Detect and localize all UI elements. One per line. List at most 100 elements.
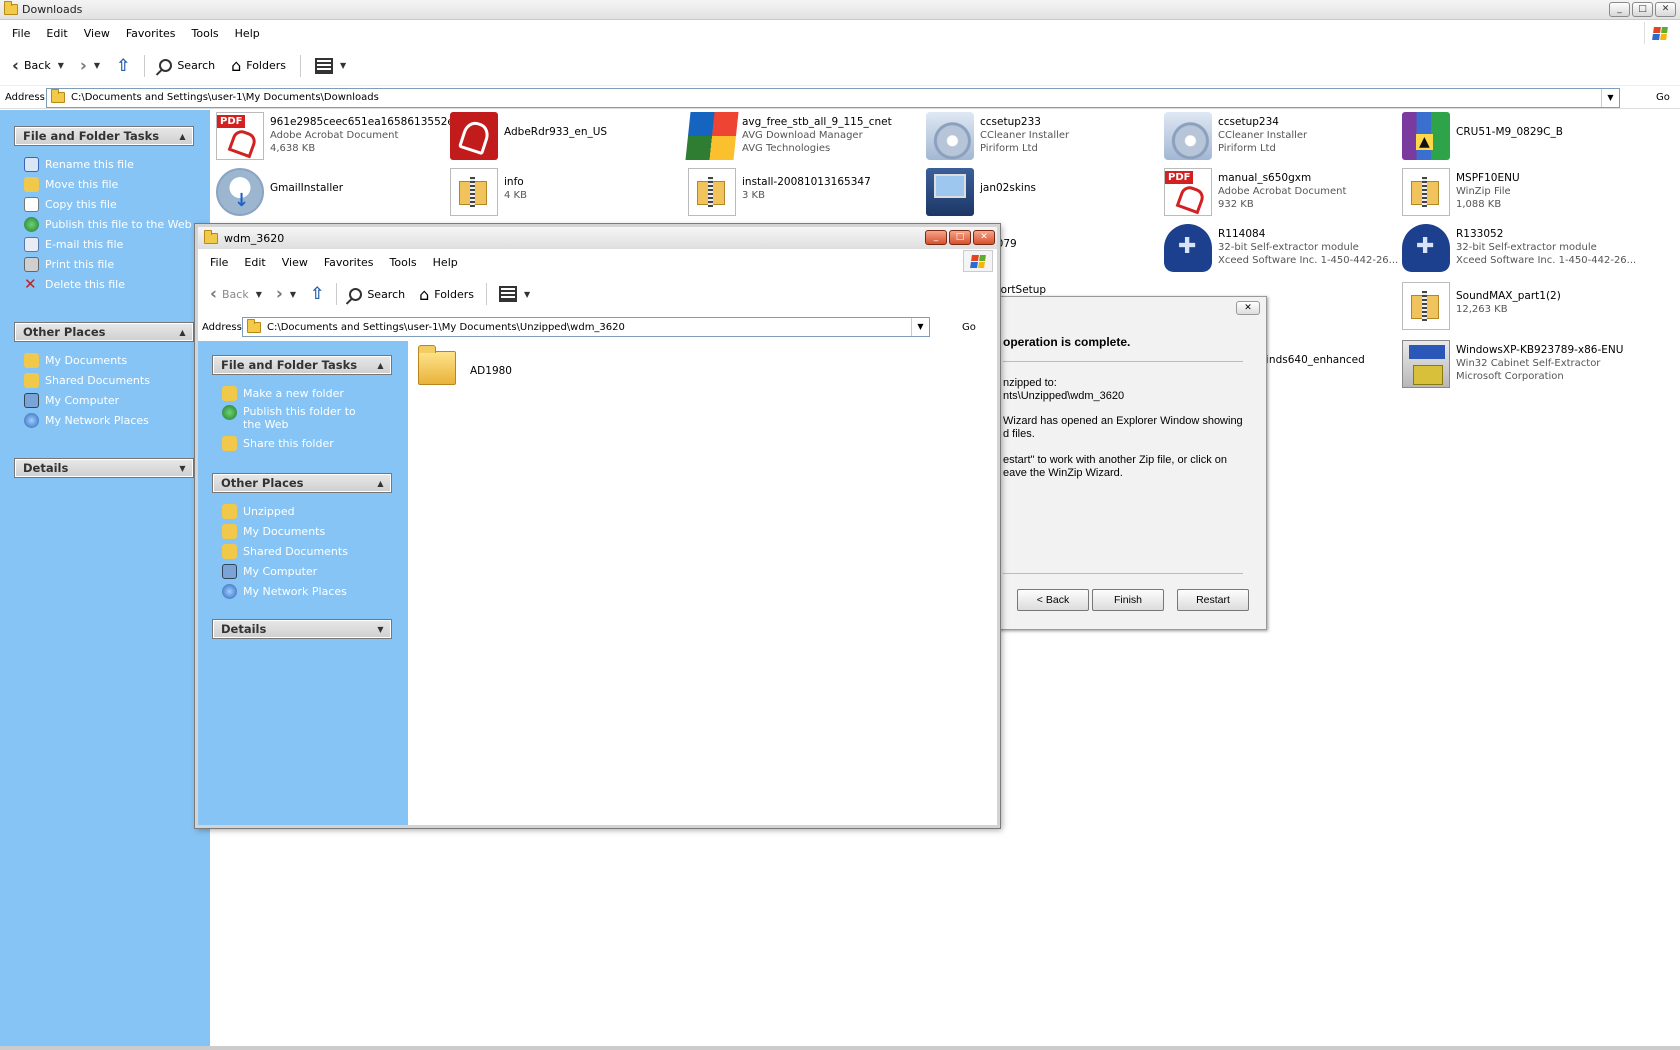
file-item[interactable]: manual_s650gxm Adobe Acrobat Document 932 … xyxy=(1164,168,1346,216)
file-item[interactable]: 961e2985ceec651ea1658613552e... Adobe Acr… xyxy=(216,112,464,160)
menu-tools[interactable]: Tools xyxy=(184,27,227,40)
file-item[interactable]: SoundMAX_part1(2) 12,263 KB xyxy=(1402,282,1561,330)
unzipped-link[interactable]: Unzipped xyxy=(222,501,348,521)
my-documents-link[interactable]: My Documents xyxy=(222,521,348,541)
zip-icon xyxy=(688,168,736,216)
my-network-places-link[interactable]: My Network Places xyxy=(24,410,150,430)
chevron-down-icon[interactable]: ▼ xyxy=(1601,88,1619,107)
menu-edit[interactable]: Edit xyxy=(236,256,273,269)
restart-button[interactable]: Restart xyxy=(1177,589,1249,611)
menu-file[interactable]: File xyxy=(4,27,38,40)
file-item[interactable]: jan02skins xyxy=(926,168,1036,216)
share-folder-link[interactable]: Share this folder xyxy=(222,433,373,453)
details-header[interactable]: Details ▼ xyxy=(212,619,392,639)
menu-help[interactable]: Help xyxy=(425,256,466,269)
file-item[interactable]: GmailInstaller xyxy=(216,168,343,216)
collapse-icon[interactable]: ▲ xyxy=(375,360,386,371)
address-input[interactable]: C:\Documents and Settings\user-1\My Docu… xyxy=(242,317,930,337)
chevron-down-icon[interactable]: ▼ xyxy=(290,290,296,299)
chevron-down-icon[interactable]: ▼ xyxy=(911,318,929,336)
search-button[interactable]: Search xyxy=(153,56,221,75)
menu-tools[interactable]: Tools xyxy=(382,256,425,269)
close-button[interactable]: ✕ xyxy=(973,230,995,245)
views-button[interactable]: ▼ xyxy=(309,55,352,77)
menu-view[interactable]: View xyxy=(76,27,118,40)
close-button[interactable]: ✕ xyxy=(1655,2,1676,17)
other-places-header[interactable]: Other Places ▲ xyxy=(14,322,194,342)
up-folder-button[interactable]: ⇧ xyxy=(110,53,136,79)
folders-button[interactable]: ⌂ Folders xyxy=(413,282,480,307)
menu-view[interactable]: View xyxy=(274,256,316,269)
file-item[interactable]: install-20081013165347 3 KB xyxy=(688,168,871,216)
chevron-down-icon[interactable]: ▼ xyxy=(94,61,100,70)
chevron-down-icon[interactable]: ▼ xyxy=(340,61,346,70)
rename-file-link[interactable]: Rename this file xyxy=(24,154,192,174)
close-button[interactable]: ✕ xyxy=(1236,301,1260,315)
maximize-button[interactable]: □ xyxy=(949,230,971,245)
menu-help[interactable]: Help xyxy=(227,27,268,40)
forward-button[interactable]: › ▼ xyxy=(270,281,302,307)
move-file-link[interactable]: Move this file xyxy=(24,174,192,194)
file-item[interactable]: info 4 KB xyxy=(450,168,527,216)
make-new-folder-link[interactable]: Make a new folder xyxy=(222,383,373,403)
up-folder-button[interactable]: ⇧ xyxy=(304,281,330,307)
collapse-icon[interactable]: ▲ xyxy=(177,327,188,338)
shared-documents-link[interactable]: Shared Documents xyxy=(222,541,348,561)
finish-button[interactable]: Finish xyxy=(1092,589,1164,611)
details-header[interactable]: Details ▼ xyxy=(14,458,194,478)
file-item[interactable]: WindowsXP-KB923789-x86-ENU Win32 Cabinet … xyxy=(1402,340,1623,388)
file-size: 932 KB xyxy=(1218,199,1254,210)
menu-favorites[interactable]: Favorites xyxy=(118,27,184,40)
file-folder-tasks-header[interactable]: File and Folder Tasks ▲ xyxy=(212,355,392,375)
search-button[interactable]: Search xyxy=(343,285,411,304)
folder-item[interactable]: AD1980 xyxy=(408,341,512,393)
minimize-button[interactable]: _ xyxy=(925,230,947,245)
delete-file-link[interactable]: ✕ Delete this file xyxy=(24,274,192,294)
child-titlebar[interactable]: wdm_3620 _ □ ✕ xyxy=(198,227,997,249)
expand-icon[interactable]: ▼ xyxy=(177,463,188,474)
shared-documents-link[interactable]: Shared Documents xyxy=(24,370,150,390)
publish-folder-link[interactable]: Publish this folder to the Web xyxy=(222,403,373,433)
email-file-link[interactable]: E-mail this file xyxy=(24,234,192,254)
chevron-down-icon[interactable]: ▼ xyxy=(256,290,262,299)
back-button[interactable]: ‹ Back ▼ xyxy=(6,53,70,79)
minimize-button[interactable]: _ xyxy=(1609,2,1630,17)
main-titlebar[interactable]: Downloads _ □ ✕ xyxy=(0,0,1680,20)
forward-button[interactable]: › ▼ xyxy=(74,53,106,79)
back-button[interactable]: < Back xyxy=(1017,589,1089,611)
other-places-header[interactable]: Other Places ▲ xyxy=(212,473,392,493)
file-item[interactable]: AdbeRdr933_en_US xyxy=(450,112,607,160)
my-computer-link[interactable]: My Computer xyxy=(24,390,150,410)
file-item[interactable]: R133052 32-bit Self-extractor module Xceed… xyxy=(1402,224,1636,272)
views-button[interactable]: ▼ xyxy=(493,283,536,305)
file-item[interactable]: ccsetup233 CCleaner Installer Piriform Ltd xyxy=(926,112,1069,160)
my-documents-link[interactable]: My Documents xyxy=(24,350,150,370)
print-file-link[interactable]: Print this file xyxy=(24,254,192,274)
back-button[interactable]: ‹ Back ▼ xyxy=(204,281,268,307)
my-network-places-link[interactable]: My Network Places xyxy=(222,581,348,601)
my-computer-link[interactable]: My Computer xyxy=(222,561,348,581)
file-item[interactable]: R114084 32-bit Self-extractor module Xceed… xyxy=(1164,224,1398,272)
copy-file-link[interactable]: Copy this file xyxy=(24,194,192,214)
go-button[interactable]: Go xyxy=(1656,92,1670,103)
file-item[interactable]: MSPF10ENU WinZip File 1,088 KB xyxy=(1402,168,1520,216)
menu-edit[interactable]: Edit xyxy=(38,27,75,40)
publish-file-link[interactable]: Publish this file to the Web xyxy=(24,214,192,234)
maximize-button[interactable]: □ xyxy=(1632,2,1653,17)
go-button[interactable]: Go xyxy=(962,322,976,333)
menu-favorites[interactable]: Favorites xyxy=(316,256,382,269)
collapse-icon[interactable]: ▲ xyxy=(177,131,188,142)
address-input[interactable]: C:\Documents and Settings\user-1\My Docu… xyxy=(46,87,1620,108)
file-item[interactable]: ccsetup234 CCleaner Installer Piriform Ltd xyxy=(1164,112,1307,160)
file-item-partial[interactable]: inds640_enhanced xyxy=(1266,354,1365,367)
expand-icon[interactable]: ▼ xyxy=(375,624,386,635)
chevron-down-icon[interactable]: ▼ xyxy=(524,290,530,299)
other-places-list: My Documents Shared Documents My Compute… xyxy=(24,350,150,430)
chevron-down-icon[interactable]: ▼ xyxy=(58,61,64,70)
file-folder-tasks-header[interactable]: File and Folder Tasks ▲ xyxy=(14,126,194,146)
folders-button[interactable]: ⌂ Folders xyxy=(225,53,292,78)
menu-file[interactable]: File xyxy=(202,256,236,269)
file-item[interactable]: avg_free_stb_all_9_115_cnet AVG Download … xyxy=(685,112,892,160)
collapse-icon[interactable]: ▲ xyxy=(375,478,386,489)
file-item[interactable]: CRU51-M9_0829C_B xyxy=(1402,112,1563,160)
